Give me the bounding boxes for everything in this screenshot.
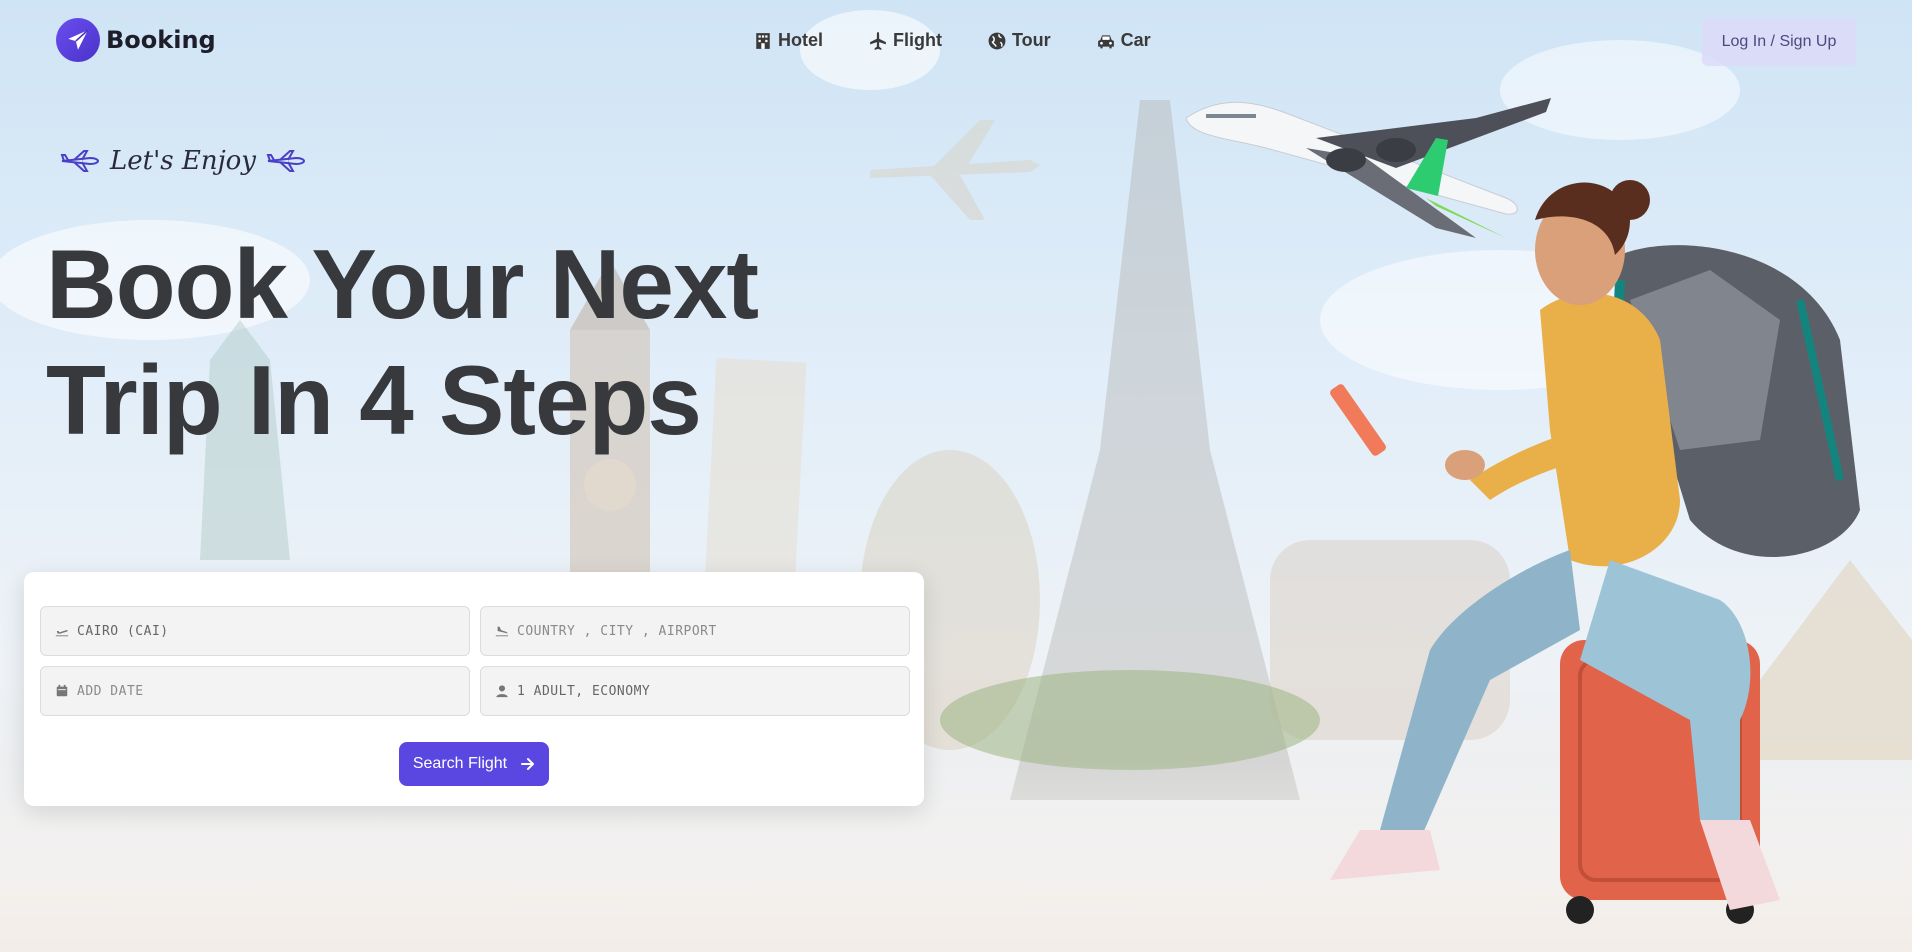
passengers-field[interactable] — [480, 666, 910, 716]
tagline-text: Let's Enjoy — [110, 146, 256, 176]
headline-line-1: Book Your Next — [46, 229, 759, 339]
plane-departure-icon — [55, 630, 69, 637]
brand-logo[interactable]: Booking — [56, 18, 216, 62]
nav-item-flight[interactable]: Flight — [869, 30, 942, 51]
top-navbar: Booking Hotel Flight Tour Car Log In / S… — [0, 0, 1912, 84]
plane-doodle-icon — [60, 150, 100, 172]
destination-field[interactable] — [480, 606, 910, 656]
date-field[interactable] — [40, 666, 470, 716]
passengers-input[interactable] — [517, 683, 897, 699]
flight-search-card: Search Flight — [24, 572, 924, 806]
plane-logo-icon — [56, 18, 100, 62]
plane-arrival-icon — [495, 626, 509, 637]
background-landmarks-image — [0, 10, 1912, 952]
plane-icon — [870, 31, 886, 50]
user-icon — [496, 685, 508, 698]
globe-icon — [988, 32, 1006, 49]
car-icon — [1097, 34, 1114, 48]
login-signup-button[interactable]: Log In / Sign Up — [1702, 18, 1856, 66]
brand-name: Booking — [106, 26, 216, 54]
traveler-illustration — [1330, 180, 1860, 924]
date-input[interactable] — [77, 683, 457, 699]
nav-item-label: Tour — [1011, 30, 1051, 50]
nav-item-car[interactable]: Car — [1097, 30, 1151, 51]
arrow-right-icon — [521, 758, 535, 770]
main-nav: Hotel Flight Tour Car — [754, 30, 1151, 51]
nav-item-hotel[interactable]: Hotel — [754, 30, 823, 51]
plane-doodle-icon — [266, 150, 305, 172]
nav-item-tour[interactable]: Tour — [988, 30, 1051, 51]
nav-item-label: Hotel — [778, 30, 823, 50]
airplane-illustration — [1185, 98, 1551, 238]
destination-input[interactable] — [517, 623, 897, 639]
origin-field[interactable] — [40, 606, 470, 656]
calendar-icon — [56, 684, 68, 697]
hero-tagline: Let's Enjoy — [60, 146, 306, 176]
nav-item-label: Car — [1120, 30, 1151, 50]
origin-input[interactable] — [77, 623, 457, 639]
hotel-icon — [756, 32, 770, 49]
search-flight-button[interactable]: Search Flight — [399, 742, 549, 786]
headline-line-2: Trip In 4 Steps — [46, 345, 702, 455]
nav-item-label: Flight — [893, 30, 942, 50]
search-button-label: Search Flight — [412, 755, 508, 772]
hero-headline: Book Your Next Trip In 4 Steps — [46, 226, 806, 458]
